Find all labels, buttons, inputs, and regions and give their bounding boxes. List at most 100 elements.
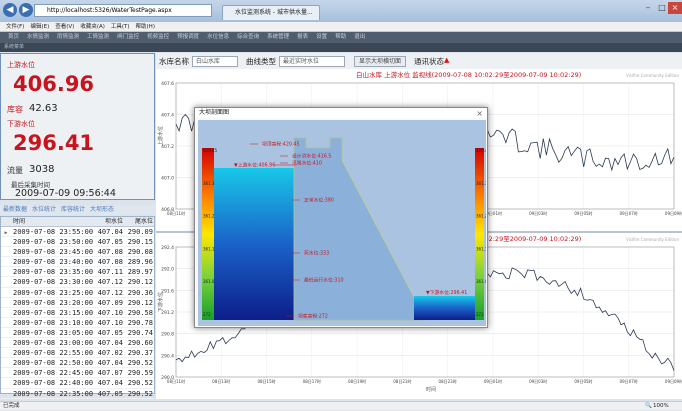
app-nav-item[interactable]: 退出	[354, 32, 365, 43]
chart-toolbar: 水库名称 白山水库 曲线类型 最近实时水位 显示大坝横切面 通讯状态 ▲	[156, 53, 682, 69]
app-nav-item[interactable]: 帮助	[335, 32, 346, 43]
col-tail-level[interactable]: 尾水位	[123, 217, 153, 227]
cell-tail-level: 290.74	[127, 328, 153, 337]
flow-value: 3038	[29, 164, 55, 175]
app-nav-item[interactable]: 设置	[316, 32, 327, 43]
table-tab[interactable]: 水位统计	[32, 206, 56, 213]
chart-ytick: 407.0	[161, 176, 174, 182]
left-scale-label: 361.1	[203, 246, 215, 251]
col-time[interactable]: 时间	[11, 217, 92, 227]
downstream-label: 下游水位	[7, 120, 35, 128]
app-nav-item[interactable]: 闸门监控	[117, 32, 139, 43]
cell-dam-level: 407.08	[97, 258, 123, 267]
app-nav-item[interactable]: 水情监测	[27, 32, 49, 43]
address-bar[interactable]: http://localhost:5326/WaterTestPage.aspx	[34, 4, 212, 17]
upstream-value: 406.96	[13, 72, 95, 96]
maximize-icon[interactable]: □	[655, 2, 669, 14]
forward-button[interactable]: ▶	[19, 3, 33, 17]
app-nav-item[interactable]: 视频监控	[147, 32, 169, 43]
cell-tail-level: 290.37	[127, 349, 153, 358]
cell-dam-level: 407.04	[97, 359, 123, 368]
app-nav-item[interactable]: 系统管理	[267, 32, 289, 43]
chart-ytick: 291.2	[161, 310, 174, 316]
cell-tail-level: 290.52	[127, 359, 153, 368]
table-row[interactable]: 2009-07-08 23:05:00 407.05 290.74	[1, 328, 154, 339]
chart-xlabel: 时间	[426, 386, 436, 393]
minimize-icon[interactable]: –	[641, 2, 655, 14]
browser-status-bar: 已完成 🔍 100%	[0, 401, 682, 410]
reservoir-label: 水库名称	[159, 57, 189, 66]
cell-tail-level: 290.60	[127, 339, 153, 348]
menu-item[interactable]: 工具(T)	[111, 22, 130, 32]
dam-diagram: 420.45 420.45 361.3 361.3 361.2 361.2 361.1 361…	[198, 120, 486, 326]
table-row[interactable]: 2009-07-08 23:35:00 407.11 289.97	[1, 267, 154, 278]
cell-dam-level: 407.05	[97, 328, 123, 337]
cell-tail-level: 290.52	[127, 389, 153, 398]
cell-tail-level: 290.15	[127, 238, 153, 247]
table-row[interactable]: 2009-07-08 22:50:00 407.04 290.52	[1, 358, 154, 369]
menu-item[interactable]: 编辑(E)	[30, 22, 49, 32]
app-nav-item[interactable]: 预报调度	[177, 32, 199, 43]
chart-ytick: 292.4	[161, 245, 174, 251]
table-row[interactable]: 2009-07-08 23:15:00 407.10 290.58	[1, 308, 154, 318]
table-row[interactable]: 2009-07-08 23:40:00 407.08 289.96	[1, 257, 154, 268]
chart-ytick: 292.0	[161, 267, 174, 273]
cell-tail-level: 289.96	[127, 258, 153, 267]
app-nav-item[interactable]: 报表	[297, 32, 308, 43]
close-icon[interactable]: ×	[476, 109, 483, 118]
chart-ytick: 407.2	[161, 144, 174, 150]
water-level-panel: 上游水位 406.96 库容 42.63 下游水位 296.41 流量 3038…	[0, 53, 155, 200]
table-row[interactable]: 2009-07-08 23:00:00 407.04 290.60	[1, 338, 154, 349]
menu-item[interactable]: 帮助(H)	[136, 22, 155, 32]
cell-time: 2009-07-08 22:40:00	[13, 379, 94, 388]
app-sub-bar: 系统菜单	[0, 43, 682, 52]
table-row[interactable]: 2009-07-08 23:10:00 407.10 290.78	[1, 318, 154, 328]
cell-tail-level: 290.78	[127, 318, 153, 327]
table-row[interactable]: 2009-07-08 23:20:00 407.09 290.12	[1, 298, 154, 308]
col-dam-level[interactable]: 坝水位	[92, 217, 123, 227]
table-row[interactable]: 2009-07-08 23:25:00 407.12 290.36	[1, 288, 154, 298]
show-dam-button[interactable]: 显示大坝横切面	[354, 56, 406, 67]
table-tab[interactable]: 最新数据	[3, 206, 27, 213]
cell-tail-level: 290.52	[127, 379, 153, 388]
table-row[interactable]: 2009-07-08 22:55:00 407.02 290.37	[1, 348, 154, 359]
level-label-dead: 死水位:333	[304, 250, 329, 257]
level-label-upstream: ▼上游水位:406.96	[234, 162, 275, 169]
app-nav-bar: 首页 水情监测 雨情监测 工情监测 闸门监控 视频监控 预报调度 水位信息 综合查询 系统管理 报表…	[0, 32, 682, 43]
cell-time: 2009-07-08 23:30:00	[13, 278, 94, 287]
menu-item[interactable]: 收藏夹(A)	[80, 22, 105, 32]
menu-item[interactable]: 查看(V)	[55, 22, 74, 32]
cell-tail-level: 290.12	[127, 298, 153, 307]
cell-dam-level: 407.08	[97, 248, 123, 257]
table-row[interactable]: 2009-07-08 22:35:00 407.05 290.52	[1, 389, 154, 399]
table-tab[interactable]: 大坝形态	[90, 206, 114, 213]
cell-time: 2009-07-08 23:35:00	[13, 268, 94, 277]
menu-item[interactable]: 文件(F)	[6, 22, 24, 32]
table-row[interactable]: 2009-07-08 23:30:00 407.12 290.12	[1, 277, 154, 288]
chart-watermark: Visifire Community Edition	[626, 237, 679, 242]
table-row[interactable]: 2009-07-08 23:50:00 407.05 290.15	[1, 237, 154, 248]
left-scale-label: 361.0	[203, 279, 215, 284]
app-nav-item[interactable]: 雨情监测	[57, 32, 79, 43]
close-window-icon[interactable]: ×	[668, 2, 682, 14]
cell-time: 2009-07-08 23:00:00	[13, 339, 94, 348]
back-button[interactable]: ◀	[3, 3, 17, 17]
cell-time: 2009-07-08 22:35:00	[13, 389, 94, 398]
table-row[interactable]: 2009-07-08 22:45:00 407.07 290.59	[1, 368, 154, 379]
curve-type-select[interactable]: 最近实时水位	[279, 56, 345, 67]
cell-dam-level: 407.02	[97, 349, 123, 358]
app-nav-item[interactable]: 水位信息	[207, 32, 229, 43]
browser-tab[interactable]: 水位监测系统 - 城市供水量...	[222, 5, 320, 20]
reservoir-select[interactable]: 白山水库	[192, 56, 238, 67]
chart-watermark: Visifire Community Edition	[626, 73, 679, 78]
table-tab[interactable]: 库容统计	[61, 206, 85, 213]
table-row[interactable]: 2009-07-08 22:40:00 407.04 290.52	[1, 378, 154, 389]
cell-tail-level: 290.08	[127, 248, 153, 257]
app-nav-item[interactable]: 工情监测	[87, 32, 109, 43]
app-nav-item[interactable]: 综合查询	[237, 32, 259, 43]
table-row[interactable]: 2009-07-08 23:45:00 407.08 290.08	[1, 247, 154, 258]
table-row[interactable]: ▶ 2009-07-08 23:55:00 407.04 290.09	[1, 227, 154, 238]
right-scale-label: 361.0	[476, 279, 486, 284]
app-nav-item[interactable]: 首页	[8, 32, 19, 43]
cell-dam-level: 407.07	[97, 369, 123, 378]
